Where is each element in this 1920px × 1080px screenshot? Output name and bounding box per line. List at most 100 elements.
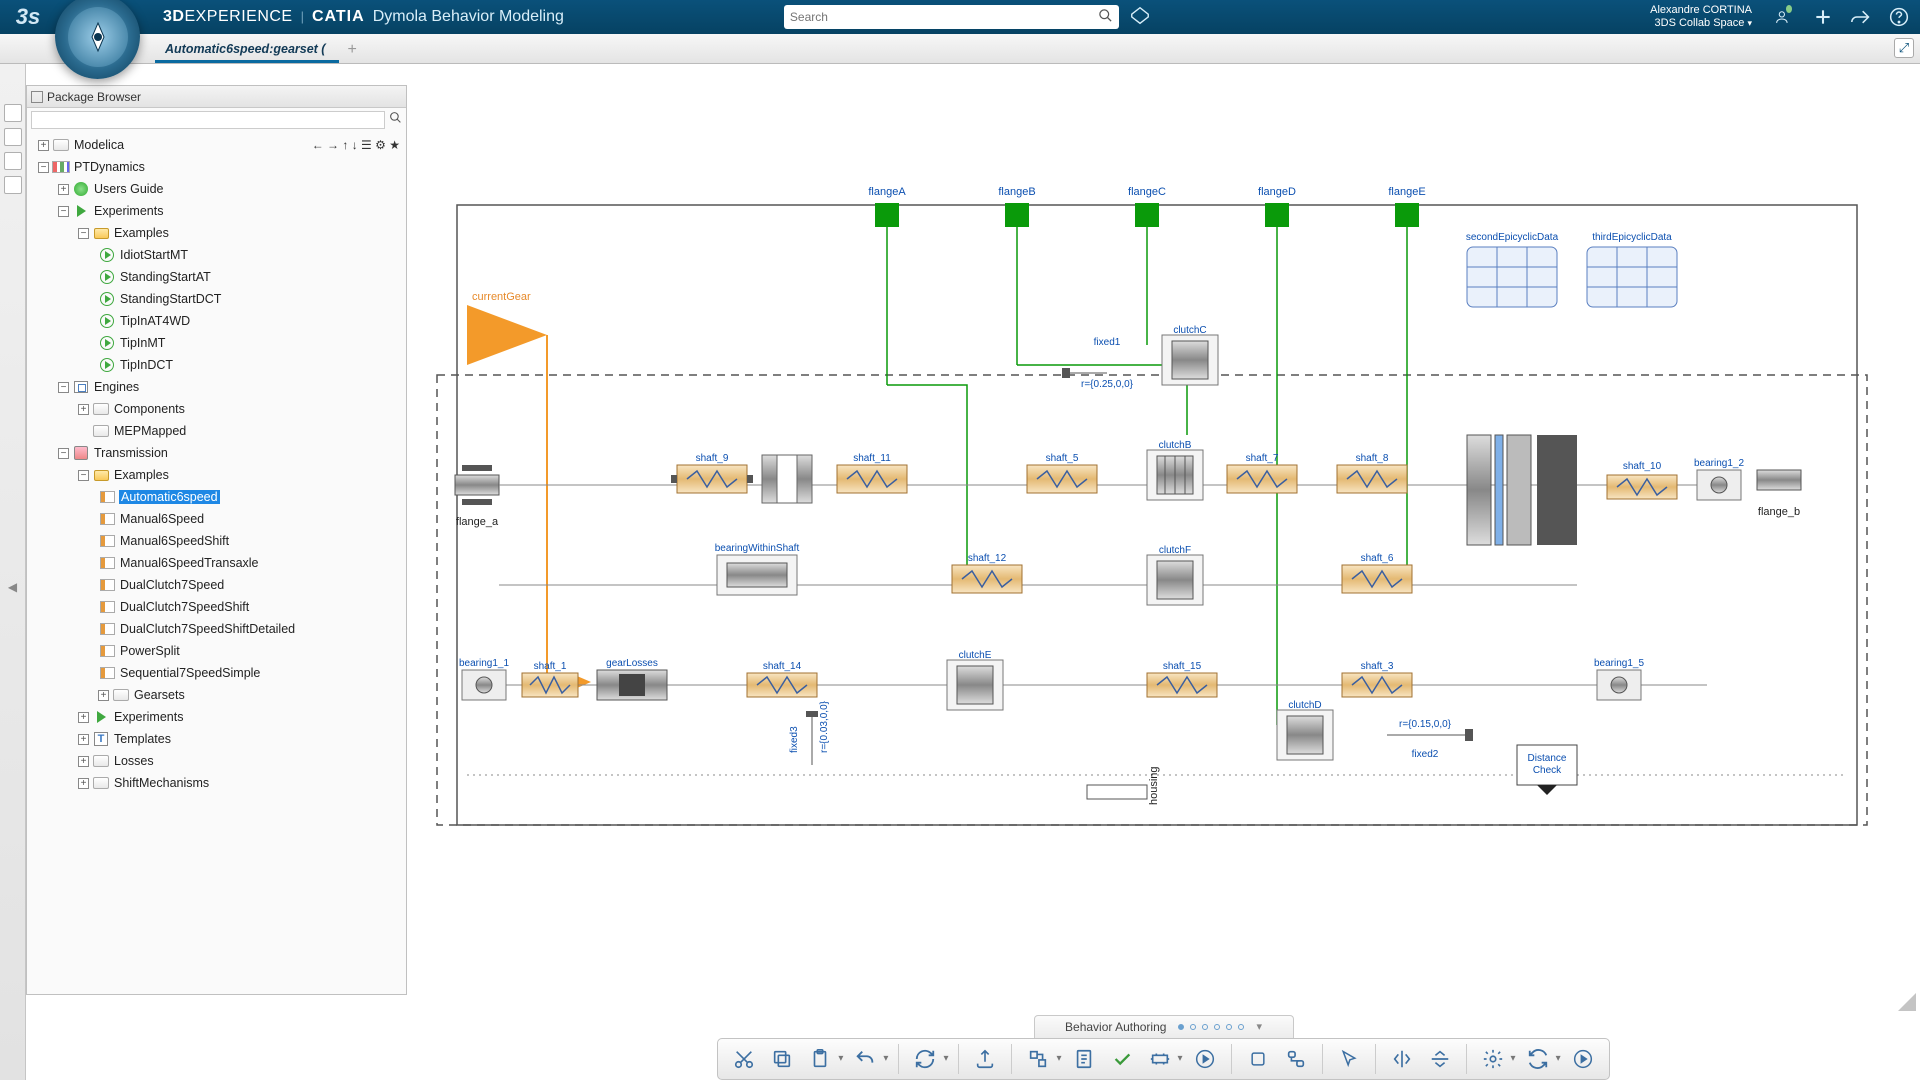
tree-item[interactable]: Manual6Speed [29, 508, 406, 530]
tree-item[interactable]: StandingStartAT [29, 266, 406, 288]
tree-node-usersguide[interactable]: + Users Guide [29, 178, 406, 200]
tree-item[interactable]: Manual6SpeedShift [29, 530, 406, 552]
tree-node-components[interactable]: + Components [29, 398, 406, 420]
gearlosses-block: gearLosses [597, 658, 667, 700]
tree-item-automatic6speed[interactable]: Automatic6speed [29, 486, 406, 508]
square-icon[interactable] [1242, 1043, 1274, 1075]
package-tree[interactable]: + Modelica ← → ↑ ↓ ☰ ⚙ ★ − PTDynamics + … [27, 132, 406, 994]
tree-item[interactable]: DualClutch7SpeedShift [29, 596, 406, 618]
svg-text:shaft_11: shaft_11 [853, 453, 891, 464]
tree-item[interactable]: TipInMT [29, 332, 406, 354]
folder-icon [94, 228, 109, 239]
behavior-authoring-tab[interactable]: Behavior Authoring ▾ [1034, 1015, 1294, 1038]
tree-item[interactable]: StandingStartDCT [29, 288, 406, 310]
tree-node-trans-examples[interactable]: − Examples [29, 464, 406, 486]
bearing-block: bearing1_2 [1694, 458, 1744, 500]
script-icon[interactable] [1068, 1043, 1100, 1075]
copy-icon[interactable] [766, 1043, 798, 1075]
tree-node-shiftmech[interactable]: +ShiftMechanisms [29, 772, 406, 794]
package-search-input[interactable] [31, 111, 385, 129]
clutch-block: clutchC [1162, 325, 1218, 385]
tab-active[interactable]: Automatic6speed:gearset ( [155, 37, 339, 63]
user-block[interactable]: Alexandre CORTINA 3DS Collab Space ▾ [1650, 4, 1752, 30]
settings-icon[interactable] [1477, 1043, 1509, 1075]
rail-collapse-icon[interactable]: ◀ [8, 580, 17, 594]
tab-add-button[interactable]: + [347, 41, 356, 63]
tag-icon[interactable] [1129, 5, 1151, 30]
svg-text:shaft_6: shaft_6 [1361, 553, 1394, 564]
flip-h-icon[interactable] [1386, 1043, 1418, 1075]
tree-node-ptdynamics[interactable]: − PTDynamics [29, 156, 406, 178]
undo-icon[interactable] [849, 1043, 881, 1075]
export-icon[interactable] [969, 1043, 1001, 1075]
simulate-icon[interactable] [1022, 1043, 1054, 1075]
component-icon[interactable] [1144, 1043, 1176, 1075]
tree-node-experiments2[interactable]: +Experiments [29, 706, 406, 728]
svg-text:flange_b: flange_b [1758, 506, 1800, 518]
paste-icon[interactable] [804, 1043, 836, 1075]
clutch-block: clutchE [947, 650, 1003, 710]
svg-text:flangeB: flangeB [998, 186, 1035, 198]
gear-icon [74, 446, 88, 460]
distance-check-block: Distance Check [1517, 745, 1577, 795]
tree-item[interactable]: PowerSplit [29, 640, 406, 662]
svg-text:shaft_3: shaft_3 [1361, 661, 1394, 672]
cut-icon[interactable] [728, 1043, 760, 1075]
svg-text:shaft_12: shaft_12 [968, 553, 1007, 564]
tree-item[interactable]: Manual6SpeedTransaxle [29, 552, 406, 574]
distribute-icon[interactable] [1280, 1043, 1312, 1075]
tree-node-engines[interactable]: − Engines [29, 376, 406, 398]
tree-item[interactable]: TipInDCT [29, 354, 406, 376]
svg-text:bearing1_5: bearing1_5 [1594, 658, 1644, 669]
tree-item[interactable]: Sequential7SpeedSimple [29, 662, 406, 684]
resize-handle-icon[interactable] [1898, 993, 1916, 1011]
diagram-canvas[interactable]: flangeA flangeB flangeC flangeD flangeE … [407, 85, 1920, 1015]
tree-item[interactable]: IdiotStartMT [29, 244, 406, 266]
rail-btn-2[interactable] [4, 128, 22, 146]
tree-node-examples[interactable]: − Examples [29, 222, 406, 244]
brand-catia: CATIA [312, 8, 365, 26]
arrow-right-circle2-icon[interactable] [1567, 1043, 1599, 1075]
restore-icon[interactable]: ⤢ [1894, 38, 1914, 58]
info-icon [74, 182, 88, 196]
user-name: Alexandre CORTINA [1650, 4, 1752, 17]
refresh-icon[interactable] [909, 1043, 941, 1075]
tree-item[interactable]: DualClutch7Speed [29, 574, 406, 596]
panel-checkbox-icon[interactable] [31, 91, 43, 103]
plus-icon[interactable] [1812, 6, 1834, 28]
rail-btn-4[interactable] [4, 176, 22, 194]
search-icon[interactable] [1098, 8, 1113, 26]
tree-item[interactable]: DualClutch7SpeedShiftDetailed [29, 618, 406, 640]
flip-v-icon[interactable] [1424, 1043, 1456, 1075]
tree-node-gearsets[interactable]: +Gearsets [29, 684, 406, 706]
rail-btn-1[interactable] [4, 104, 22, 122]
package-search-icon[interactable] [389, 111, 402, 129]
pointer-icon[interactable] [1333, 1043, 1365, 1075]
svg-text:fixed2: fixed2 [1412, 749, 1439, 760]
share-icon[interactable] [1850, 6, 1872, 28]
tree-node-experiments[interactable]: − Experiments [29, 200, 406, 222]
rail-btn-3[interactable] [4, 152, 22, 170]
tree-node-transmission[interactable]: − Transmission [29, 442, 406, 464]
tree-item[interactable]: TipInAT4WD [29, 310, 406, 332]
chevron-down-icon[interactable]: ▾ [1256, 1020, 1262, 1033]
svg-text:shaft_5: shaft_5 [1046, 453, 1079, 464]
search-box[interactable] [784, 5, 1119, 29]
package-browser-title[interactable]: Package Browser [27, 86, 406, 108]
search-input[interactable] [790, 10, 1098, 24]
tree-node-losses[interactable]: +Losses [29, 750, 406, 772]
brand-block: 3DEXPERIENCE | CATIA Dymola Behavior Mod… [163, 8, 564, 26]
check-icon[interactable] [1106, 1043, 1138, 1075]
sync-icon[interactable] [1522, 1043, 1554, 1075]
user-icon[interactable] [1774, 6, 1796, 28]
help-icon[interactable] [1888, 6, 1910, 28]
svg-text:secondEpicyclicData: secondEpicyclicData [1466, 232, 1559, 243]
tree-node-mepmapped[interactable]: MEPMapped [29, 420, 406, 442]
page-dots[interactable] [1178, 1024, 1244, 1030]
tree-node-templates[interactable]: +TTemplates [29, 728, 406, 750]
package-browser-panel: Package Browser + Modelica ← → ↑ ↓ ☰ ⚙ ★… [26, 85, 407, 995]
compass-icon[interactable] [55, 0, 140, 79]
tree-node-modelica[interactable]: + Modelica ← → ↑ ↓ ☰ ⚙ ★ [29, 134, 406, 156]
tree-toolbar[interactable]: ← → ↑ ↓ ☰ ⚙ ★ [312, 138, 400, 152]
arrow-right-circle-icon[interactable] [1189, 1043, 1221, 1075]
